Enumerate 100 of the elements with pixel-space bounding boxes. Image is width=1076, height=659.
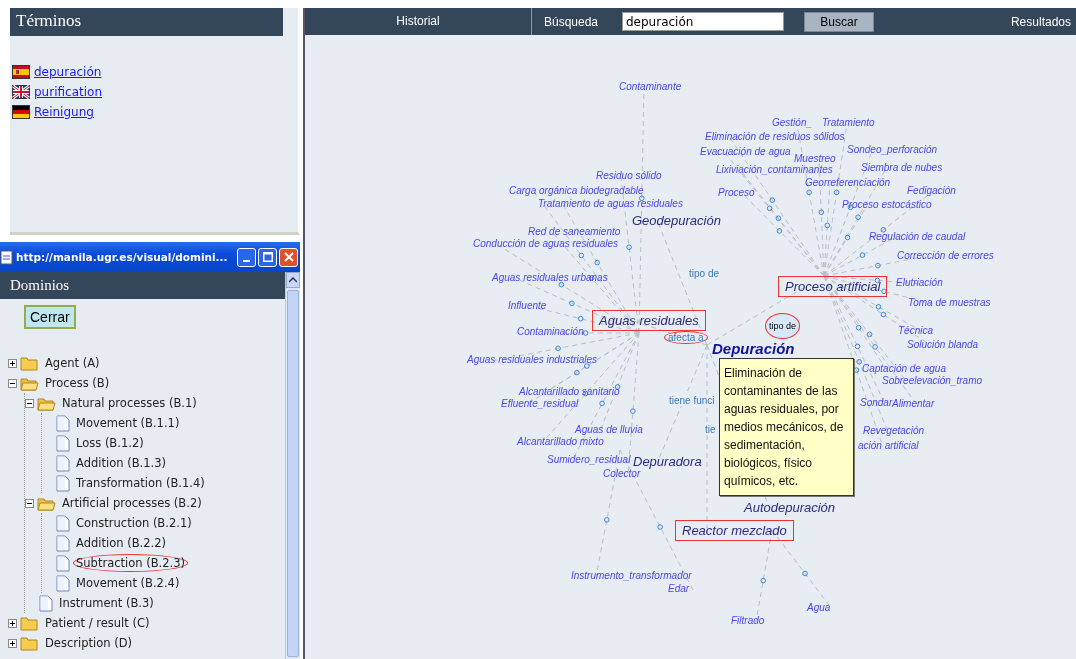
window-title: http://manila.ugr.es/visual/domini...: [16, 251, 229, 263]
document-icon: [55, 534, 70, 552]
expand-icon[interactable]: [8, 638, 17, 648]
expand-icon[interactable]: [8, 358, 17, 368]
term-label[interactable]: Residuo sólido: [596, 170, 662, 181]
tree-item[interactable]: Loss (B.1.2): [73, 434, 147, 452]
term-link[interactable]: Reinigung: [34, 105, 94, 119]
term-label[interactable]: Influente: [508, 300, 547, 311]
collapse-icon[interactable]: [25, 398, 34, 408]
term-label[interactable]: Fedigación: [907, 185, 956, 196]
term-label[interactable]: Técnica: [898, 325, 933, 336]
results-tab[interactable]: Resultados: [1010, 14, 1071, 29]
minimize-button[interactable]: [237, 247, 256, 267]
term-label[interactable]: Siembra de nubes: [861, 162, 943, 173]
tree-item[interactable]: Instrument (B.3): [56, 594, 157, 612]
term-label[interactable]: Sondar: [860, 397, 893, 408]
relation-label: tie: [705, 424, 716, 435]
term-label[interactable]: Red de saneamiento: [528, 226, 621, 237]
term-label[interactable]: Alcantarillado mixto: [517, 436, 604, 447]
close-icon: [283, 252, 294, 262]
term-label[interactable]: Conducción de aguas residuales: [473, 238, 619, 249]
close-button[interactable]: [279, 247, 298, 267]
term-label[interactable]: Filtrado: [731, 615, 765, 626]
term-link[interactable]: depuración: [34, 65, 102, 79]
term-label[interactable]: Toma de muestras: [908, 297, 991, 308]
relation-label: tipo de: [765, 313, 801, 339]
term-link[interactable]: purification: [34, 85, 102, 99]
term-label[interactable]: Aguas de lluvia: [575, 424, 643, 435]
term-label[interactable]: Contaminación: [517, 326, 584, 337]
concept-label[interactable]: Depuradora: [633, 454, 702, 469]
tree-item[interactable]: Transformation (B.1.4): [73, 474, 208, 492]
term-label[interactable]: Proceso: [718, 187, 755, 198]
term-label[interactable]: Muestreo: [794, 153, 836, 164]
term-label[interactable]: Instrumento_transformador: [571, 570, 692, 581]
tree-item[interactable]: Addition (B.2.2): [73, 534, 169, 552]
document-icon: [55, 434, 70, 452]
close-button[interactable]: Cerrar: [24, 305, 76, 329]
scrollbar[interactable]: [285, 272, 300, 659]
concept-label[interactable]: Proceso artificial: [779, 277, 887, 296]
search-field[interactable]: depuración: [622, 12, 784, 31]
term-label[interactable]: Contaminante: [619, 81, 682, 92]
term-label[interactable]: Georreferenciación: [805, 177, 891, 188]
term-label[interactable]: Proceso estocástico: [842, 199, 932, 210]
tree-item[interactable]: Natural processes (B.1): [59, 394, 200, 412]
concept-label[interactable]: Geodepuración: [632, 213, 721, 228]
term-label[interactable]: ación artificial: [858, 440, 919, 451]
document-icon: [55, 574, 70, 592]
folder-icon: [37, 495, 56, 511]
term-label[interactable]: Revegetación: [863, 425, 925, 436]
folder-icon: [20, 635, 39, 651]
search-button[interactable]: Buscar: [804, 11, 874, 32]
folder-icon: [37, 395, 56, 411]
term-label[interactable]: Solución blanda: [907, 339, 979, 350]
collapse-icon[interactable]: [8, 378, 17, 388]
relation-label: tipo de: [689, 268, 720, 279]
term-label[interactable]: Colector: [603, 468, 641, 479]
term-label[interactable]: Evacuación de agua: [700, 146, 791, 157]
tree-item[interactable]: Agent (A): [42, 354, 103, 372]
concept-label[interactable]: Aguas residuales: [593, 311, 705, 330]
panel-title: Términos: [10, 8, 283, 36]
term-label[interactable]: Regulación de caudal: [869, 231, 966, 242]
tree-item[interactable]: Description (D): [42, 634, 135, 652]
panel-title: Dominios: [0, 272, 285, 299]
collapse-icon[interactable]: [25, 498, 34, 508]
term-label[interactable]: Elutriación: [896, 277, 943, 288]
tree-item[interactable]: Patient / result (C): [42, 614, 153, 632]
term-label[interactable]: Alimentar: [892, 398, 935, 409]
term-label[interactable]: Aguas residuales industriales: [467, 354, 598, 365]
term-label[interactable]: Edar: [668, 583, 690, 594]
term-label[interactable]: Sondeo_perforación: [847, 144, 938, 155]
term-label[interactable]: Efluente_residual: [501, 398, 579, 409]
term-label[interactable]: Gestión_: [772, 117, 813, 128]
term-label[interactable]: Tratamiento: [822, 117, 875, 128]
concept-label[interactable]: Autodepuración: [744, 500, 836, 515]
tree-item[interactable]: Artificial processes (B.2): [59, 494, 205, 512]
tree-item[interactable]: Movement (B.1.1): [73, 414, 183, 432]
scroll-up-icon: [289, 277, 297, 283]
term-label[interactable]: Tratamiento de aguas residuales: [538, 198, 683, 209]
folder-icon: [20, 615, 39, 631]
term-label[interactable]: Corrección de errores: [897, 250, 994, 261]
maximize-button[interactable]: [258, 247, 277, 267]
tree-item[interactable]: Construction (B.2.1): [73, 514, 195, 532]
search-label: Búsqueda: [544, 14, 600, 29]
term-label[interactable]: Agua: [807, 602, 831, 613]
term-label[interactable]: Captación de agua: [862, 363, 946, 374]
term-label[interactable]: Lixiviación_contaminantes: [716, 164, 833, 175]
term-label[interactable]: Alcantarillado sanitario: [519, 386, 620, 397]
central-term[interactable]: Depuración: [712, 340, 795, 357]
tree-item[interactable]: Addition (B.1.3): [73, 454, 169, 472]
term-label[interactable]: Sobreelevación_tramo: [882, 375, 983, 386]
term-label[interactable]: Eliminación de residuos sólidos: [705, 131, 845, 142]
folder-icon: [20, 375, 39, 391]
expand-icon[interactable]: [8, 618, 17, 628]
concept-label[interactable]: Reactor mezclado: [676, 521, 793, 540]
term-label[interactable]: Sumidero_residual: [547, 454, 631, 465]
tree-item[interactable]: Movement (B.2.4): [73, 574, 183, 592]
document-icon: [55, 414, 70, 432]
relation-label: afecta a: [664, 331, 708, 344]
tree-item[interactable]: Process (B): [42, 374, 113, 392]
term-label[interactable]: Carga orgánica biodegradable: [509, 185, 644, 196]
